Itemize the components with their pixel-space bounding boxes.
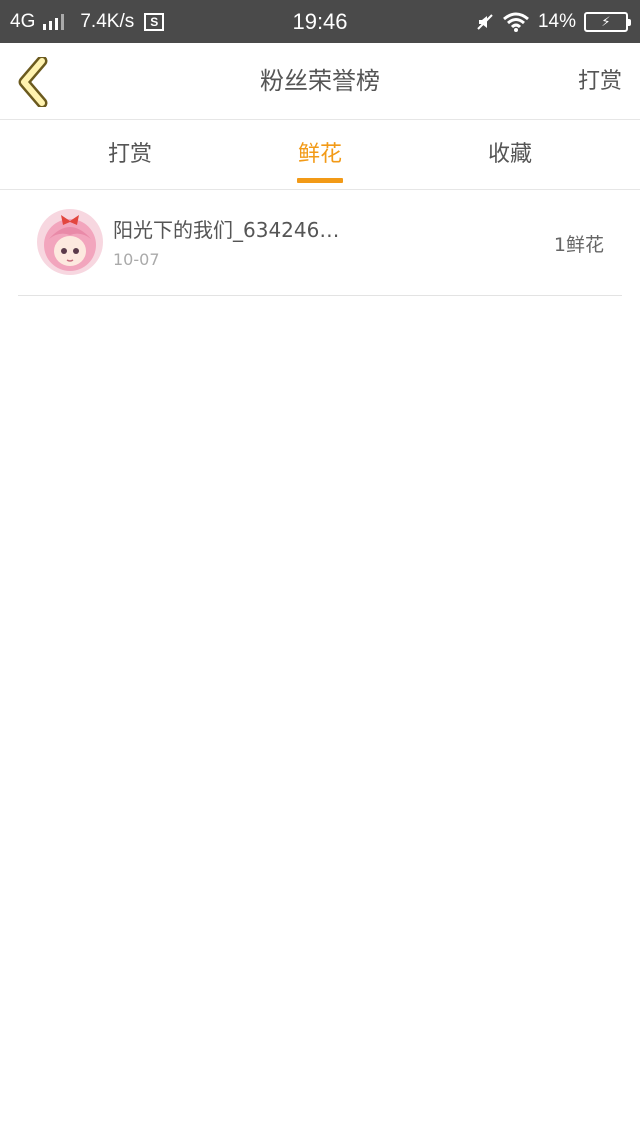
battery-icon: ⚡ — [584, 11, 631, 32]
status-bar: 4G 7.4K/s S 19:46 14% ⚡ — [0, 0, 640, 43]
fan-list: 阳光下的我们_634246… 10-07 1鲜花 — [18, 190, 622, 296]
list-item-value: 1鲜花 — [553, 234, 604, 256]
tab-favorites[interactable]: 收藏 — [450, 121, 570, 189]
list-item-name: 阳光下的我们_634246… — [113, 218, 340, 242]
tab-bar: 打赏 鲜花 收藏 — [0, 121, 640, 190]
list-item-date: 10-07 — [113, 250, 160, 269]
list-item[interactable]: 阳光下的我们_634246… 10-07 1鲜花 — [18, 190, 622, 296]
tab-active-indicator — [297, 178, 343, 183]
battery-percent: 14% — [537, 10, 576, 32]
reward-button[interactable]: 打赏 — [578, 43, 622, 120]
wifi-icon — [503, 12, 529, 32]
app-header: 粉丝荣誉榜 打赏 — [0, 43, 640, 120]
page-title: 粉丝荣誉榜 — [260, 67, 380, 95]
status-right: 14% ⚡ — [476, 0, 631, 43]
mute-icon — [477, 13, 493, 30]
avatar — [37, 209, 103, 275]
tab-reward[interactable]: 打赏 — [70, 121, 190, 189]
